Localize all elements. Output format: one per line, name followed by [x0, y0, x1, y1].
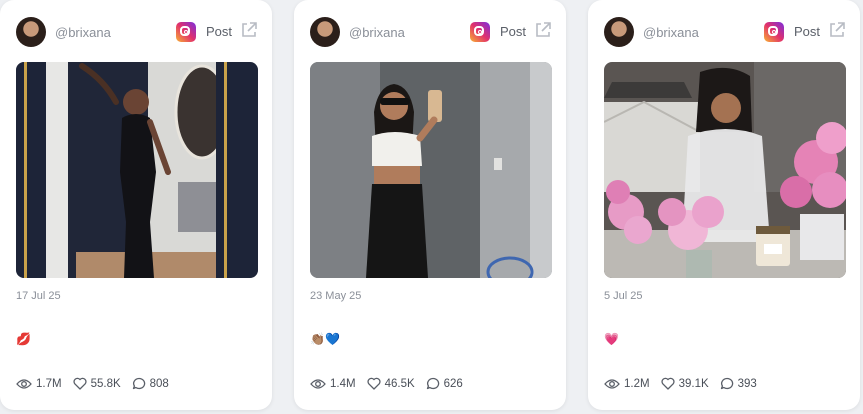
post-type-label: Post	[499, 24, 526, 39]
comments-stat: 808	[132, 377, 169, 390]
likes-stat: 46.5K	[367, 377, 415, 390]
engagement-stats: 1.7M 55.8K 808	[16, 377, 180, 390]
card-header: @brixana Post	[604, 17, 846, 47]
post-image[interactable]	[16, 62, 258, 278]
comments-count: 808	[149, 377, 169, 390]
instagram-icon	[176, 22, 196, 42]
post-date: 17 Jul 25	[16, 290, 61, 302]
views-count: 1.4M	[330, 377, 356, 390]
post-card[interactable]: @brixana Post 17 Jul 25 💋 1.7M 55.8K 808	[0, 0, 272, 410]
post-date: 23 May 25	[310, 290, 362, 302]
post-caption: 👏🏽💙	[310, 332, 340, 346]
username-handle[interactable]: @brixana	[643, 25, 699, 40]
post-card[interactable]: @brixana Post 5 Jul 25 💗 1.2M 39.1K 393	[588, 0, 860, 410]
views-stat: 1.7M	[16, 378, 62, 390]
views-stat: 1.2M	[604, 378, 650, 390]
eye-icon	[16, 378, 32, 389]
comments-stat: 393	[720, 377, 757, 390]
heart-icon	[367, 377, 381, 390]
post-card[interactable]: @brixana Post 23 May 25 👏🏽💙 1.4M 46.5K 6…	[294, 0, 566, 410]
likes-stat: 39.1K	[661, 377, 709, 390]
post-type-label: Post	[205, 24, 232, 39]
card-header: @brixana Post	[16, 17, 258, 47]
comments-stat: 626	[426, 377, 463, 390]
post-image[interactable]	[310, 62, 552, 278]
comment-icon	[426, 377, 439, 390]
external-link-icon[interactable]	[240, 21, 258, 39]
username-handle[interactable]: @brixana	[349, 25, 405, 40]
eye-icon	[310, 378, 326, 389]
avatar[interactable]	[310, 17, 340, 47]
post-image[interactable]	[604, 62, 846, 278]
eye-icon	[604, 378, 620, 389]
likes-stat: 55.8K	[73, 377, 121, 390]
views-count: 1.2M	[624, 377, 650, 390]
external-link-icon[interactable]	[828, 21, 846, 39]
avatar[interactable]	[16, 17, 46, 47]
avatar[interactable]	[604, 17, 634, 47]
engagement-stats: 1.4M 46.5K 626	[310, 377, 474, 390]
post-caption: 💋	[16, 332, 31, 346]
comments-count: 393	[737, 377, 757, 390]
comment-icon	[720, 377, 733, 390]
instagram-icon	[470, 22, 490, 42]
external-link-icon[interactable]	[534, 21, 552, 39]
views-stat: 1.4M	[310, 378, 356, 390]
heart-icon	[661, 377, 675, 390]
views-count: 1.7M	[36, 377, 62, 390]
instagram-icon	[764, 22, 784, 42]
likes-count: 46.5K	[384, 377, 415, 390]
heart-icon	[73, 377, 87, 390]
post-type-label: Post	[793, 24, 820, 39]
post-date: 5 Jul 25	[604, 290, 643, 302]
post-caption: 💗	[604, 332, 619, 346]
likes-count: 55.8K	[90, 377, 121, 390]
comment-icon	[132, 377, 145, 390]
engagement-stats: 1.2M 39.1K 393	[604, 377, 768, 390]
card-header: @brixana Post	[310, 17, 552, 47]
likes-count: 39.1K	[678, 377, 709, 390]
username-handle[interactable]: @brixana	[55, 25, 111, 40]
comments-count: 626	[443, 377, 463, 390]
